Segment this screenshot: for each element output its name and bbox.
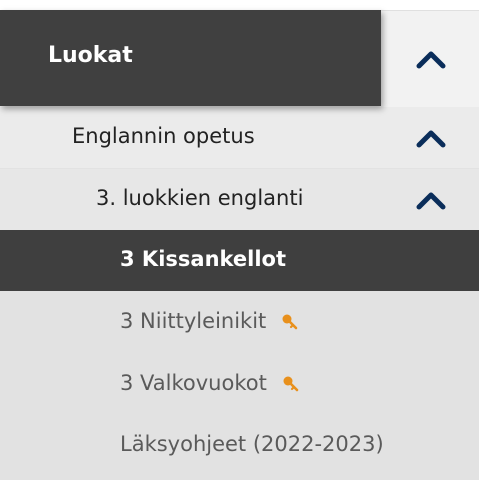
menu-header[interactable]: Luokat [0,10,381,106]
menu-item-3-kissankellot[interactable]: 3 Kissankellot [0,230,479,291]
menu-item-label: Läksyohjeet (2022-2023) [120,432,384,456]
menu-item-englannin-opetus[interactable]: Englannin opetus [0,107,479,168]
top-spacer [0,0,479,10]
chevron-up-icon[interactable] [416,127,446,149]
menu-item-3-niittyleinikit[interactable]: 3 Niittyleinikit [0,292,479,353]
menu-item-laksyohjeet[interactable]: Läksyohjeet (2022-2023) [0,415,479,476]
menu-item-label: Englannin opetus [72,124,255,148]
menu-item-label: 3. luokkien englanti [96,186,304,210]
menu-item-3-valkovuokot[interactable]: 3 Valkovuokot [0,354,479,415]
menu-item-label: 3 Niittyleinikit [120,309,267,333]
menu-item-label: 3 Kissankellot [120,247,287,271]
key-icon [280,312,300,332]
key-icon [281,374,301,394]
menu-item-3-luokkien-englanti[interactable]: 3. luokkien englanti [0,169,479,230]
menu-item-label: 3 Valkovuokot [120,371,267,395]
chevron-up-icon[interactable] [416,189,446,211]
menu-header-label: Luokat [48,43,133,68]
chevron-up-icon[interactable] [416,48,446,70]
